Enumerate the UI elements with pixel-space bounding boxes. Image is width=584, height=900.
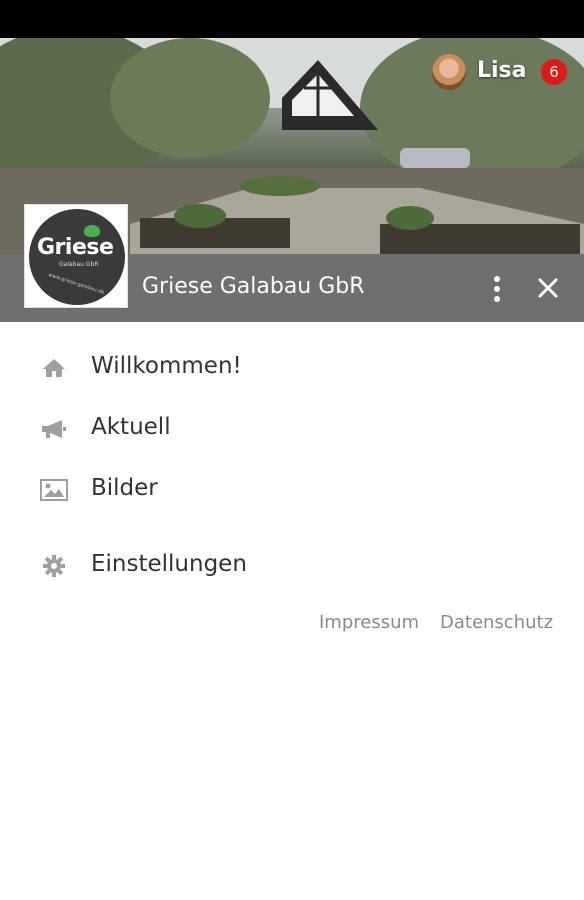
menu-item-label: Einstellungen <box>91 551 247 577</box>
megaphone-icon <box>42 420 66 438</box>
footer-links: Impressum Datenschutz <box>0 612 584 640</box>
logo-url: www.griese-galabau.de <box>47 272 106 296</box>
datenschutz-link[interactable]: Datenschutz <box>440 612 553 633</box>
logo-circle: Griese Galabau GbR www.griese-galabau.de <box>29 209 125 305</box>
logo-brand: Griese <box>37 235 114 260</box>
more-dot-icon <box>494 286 500 292</box>
close-icon <box>538 278 558 298</box>
menu-item-bilder[interactable]: Bilder <box>0 462 584 518</box>
app-title: Griese Galabau GbR <box>142 274 365 299</box>
status-bar <box>0 0 584 38</box>
user-name[interactable]: Lisa <box>477 58 527 83</box>
home-icon <box>43 359 65 377</box>
close-button[interactable] <box>534 274 564 304</box>
menu-item-label: Willkommen! <box>91 353 242 379</box>
more-dot-icon <box>494 296 500 302</box>
menu-item-einstellungen[interactable]: Einstellungen <box>0 538 584 594</box>
logo-subtitle: Galabau GbR <box>59 261 99 268</box>
impressum-link[interactable]: Impressum <box>319 612 419 633</box>
menu-item-label: Bilder <box>91 475 158 501</box>
image-icon <box>40 479 68 501</box>
more-options-button[interactable] <box>484 272 510 306</box>
notification-badge[interactable]: 6 <box>541 59 567 85</box>
menu-item-aktuell[interactable]: Aktuell <box>0 401 584 457</box>
more-dot-icon <box>494 276 500 282</box>
user-avatar[interactable] <box>432 54 466 90</box>
menu-item-label: Aktuell <box>91 414 171 440</box>
company-logo: Griese Galabau GbR www.griese-galabau.de <box>24 204 128 308</box>
gear-icon <box>43 555 65 577</box>
menu-item-willkommen[interactable]: Willkommen! <box>0 340 584 396</box>
